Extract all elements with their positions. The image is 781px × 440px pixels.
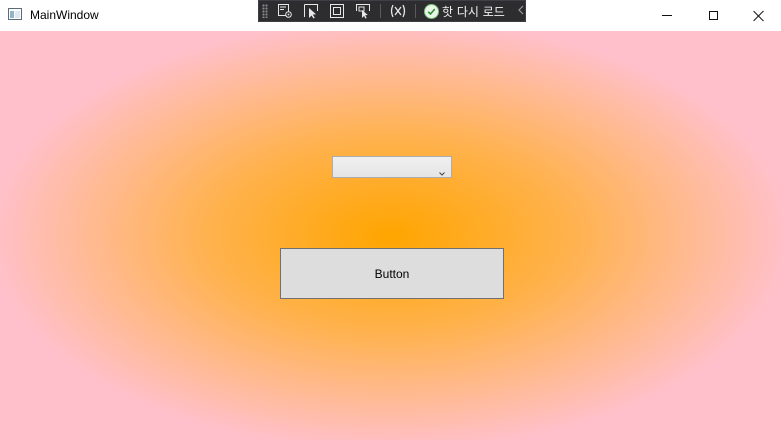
hot-reload-status[interactable]: 핫 다시 로드 bbox=[424, 3, 505, 20]
window-title: MainWindow bbox=[30, 8, 99, 22]
client-area: Button bbox=[0, 31, 781, 440]
toolbar-grip-icon[interactable] bbox=[262, 4, 268, 18]
xaml-runtime-toolbar: 핫 다시 로드 bbox=[258, 0, 526, 22]
toolbar-separator bbox=[415, 4, 416, 18]
binding-failures-icon[interactable] bbox=[389, 3, 407, 19]
close-button[interactable] bbox=[736, 0, 781, 31]
toolbar-separator bbox=[380, 4, 381, 18]
check-circle-icon bbox=[424, 3, 439, 19]
main-button-label: Button bbox=[374, 266, 410, 281]
maximize-button[interactable] bbox=[690, 0, 736, 31]
maximize-icon bbox=[708, 11, 718, 20]
hot-reload-label: 핫 다시 로드 bbox=[442, 4, 505, 19]
app-window-icon[interactable] bbox=[8, 8, 22, 20]
display-layout-adorners-icon[interactable] bbox=[328, 3, 346, 19]
main-window: MainWindow 핫 다시 로드 Button bbox=[0, 0, 781, 440]
minimize-icon bbox=[662, 15, 672, 16]
chevron-left-icon[interactable] bbox=[517, 4, 525, 18]
combo-box[interactable] bbox=[332, 156, 452, 178]
main-button[interactable]: Button bbox=[280, 248, 504, 299]
chevron-down-icon bbox=[439, 164, 445, 176]
live-visual-tree-icon[interactable] bbox=[276, 3, 294, 19]
select-element-icon[interactable] bbox=[302, 3, 320, 19]
track-focus-icon[interactable] bbox=[354, 3, 372, 19]
close-icon bbox=[753, 10, 765, 22]
minimize-button[interactable] bbox=[644, 0, 690, 31]
